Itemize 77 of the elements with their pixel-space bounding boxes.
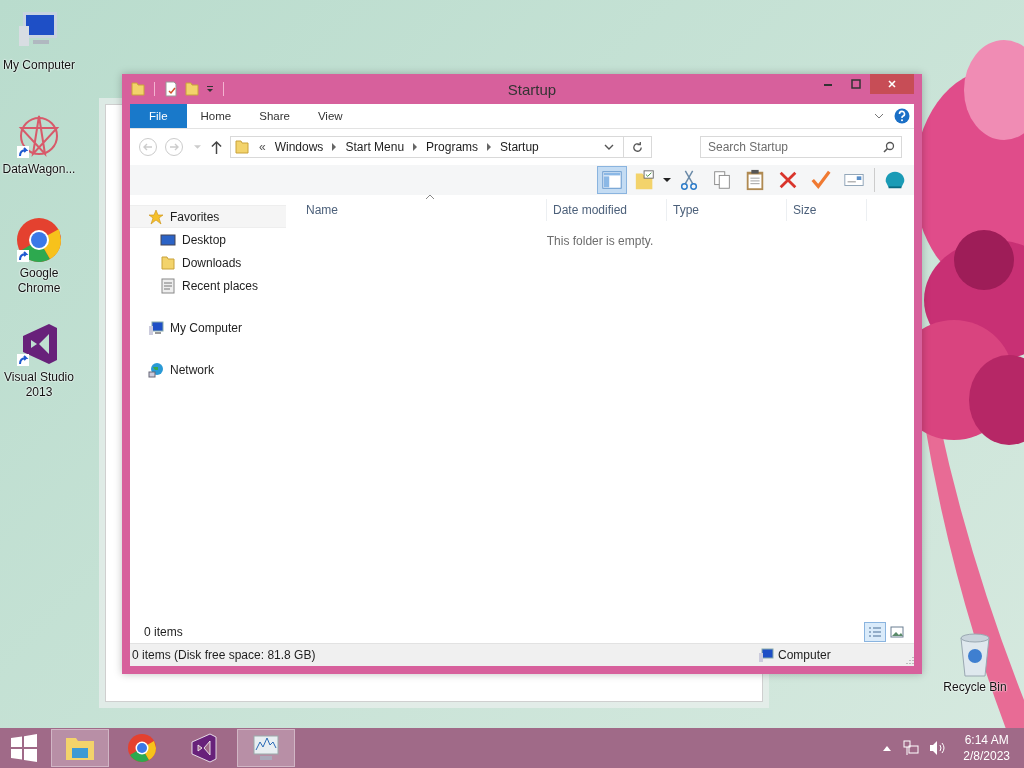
overflow-chevron[interactable]: « (259, 140, 266, 154)
close-button[interactable] (870, 74, 914, 94)
up-arrow-icon[interactable] (211, 139, 222, 155)
pane-layout-button[interactable] (597, 166, 627, 194)
desktop-icon-label[interactable]: My Computer (0, 58, 78, 73)
separator-arrow-icon[interactable] (487, 143, 492, 151)
column-header[interactable]: Type (667, 199, 787, 221)
breadcrumb-item[interactable]: Start Menu (345, 140, 405, 154)
pane-layout-icon (601, 169, 623, 191)
cross-icon (777, 169, 799, 191)
windows-logo-icon[interactable] (10, 734, 38, 762)
item-count: 0 items (144, 625, 183, 639)
visual-studio-icon (188, 732, 220, 764)
refresh-icon (631, 140, 644, 154)
nav-item[interactable]: Desktop (130, 228, 286, 251)
checkmark-icon (810, 169, 832, 191)
nav-item[interactable]: Favorites (130, 205, 286, 228)
column-header[interactable]: Name (286, 199, 547, 221)
network-icon (148, 361, 164, 378)
desktop-icon (160, 231, 176, 248)
desktop-icon-label[interactable]: Recycle Bin (936, 680, 1014, 695)
list-icon (868, 626, 882, 638)
search-icon[interactable] (883, 141, 895, 153)
resource-monitor-taskbar-button[interactable] (237, 729, 295, 767)
nav-item[interactable]: Network (130, 358, 286, 381)
speaker-icon[interactable] (929, 740, 946, 756)
ribbon-tab[interactable]: View (303, 104, 357, 128)
nav-item[interactable]: Downloads (130, 251, 286, 274)
breadcrumb-item[interactable]: Windows (274, 140, 324, 154)
recent-places-icon (160, 277, 176, 294)
desktop-icon-label[interactable]: Visual Studio 2013 (0, 370, 78, 400)
maximize-icon (851, 79, 861, 89)
resize-grip-icon[interactable] (904, 654, 914, 664)
shell-icon (884, 169, 906, 191)
computer-icon (758, 647, 774, 663)
computer-icon (148, 319, 164, 336)
column-header[interactable]: Date modified (547, 199, 667, 221)
breadcrumb-item[interactable]: Programs (426, 140, 479, 154)
nav-item[interactable]: My Computer (130, 316, 286, 339)
window-title: Startup (507, 80, 557, 98)
chrome-icon (126, 732, 158, 764)
show-hidden-icons-icon[interactable] (883, 745, 892, 751)
copy-icon (711, 169, 733, 191)
column-header[interactable]: Size (787, 199, 867, 221)
clock-date[interactable]: 2/8/2023 (963, 748, 1010, 764)
nav-item[interactable]: Recent places (130, 274, 286, 297)
new-folder-icon[interactable] (184, 81, 200, 97)
desktop-icon-label[interactable]: Google Chrome (0, 266, 78, 296)
network-icon[interactable] (903, 740, 920, 756)
star-icon (148, 208, 164, 225)
folder-icon (234, 139, 250, 155)
image-icon (890, 626, 904, 638)
breadcrumb-item[interactable]: Startup (500, 140, 539, 154)
close-icon (887, 79, 897, 89)
folder-check-icon (634, 169, 656, 191)
scissors-icon (678, 169, 700, 191)
folder-icon[interactable] (130, 81, 146, 97)
separator-arrow-icon[interactable] (332, 143, 337, 151)
status-text: 0 items (Disk free space: 81.8 GB) (132, 648, 316, 662)
separator-arrow-icon[interactable] (413, 143, 418, 151)
dropdown-icon[interactable] (604, 144, 614, 150)
properties-icon[interactable] (163, 81, 179, 97)
status-location: Computer (778, 648, 832, 662)
ribbon-tab[interactable]: Share (245, 104, 304, 128)
file-explorer-taskbar-button[interactable] (51, 729, 109, 767)
clipboard-icon (744, 169, 766, 191)
dropdown-icon[interactable] (663, 178, 671, 182)
search-field[interactable]: Search Startup (700, 136, 902, 158)
chevron-icon[interactable] (874, 111, 884, 121)
empty-folder-message: This folder is empty. (545, 234, 655, 248)
chrome-icon[interactable] (15, 216, 63, 264)
clock-time[interactable]: 6:14 AM (964, 732, 1009, 748)
folder-icon (160, 254, 176, 271)
help-icon[interactable] (894, 108, 910, 124)
desktop-icon-label[interactable]: DataWagon... (0, 162, 78, 177)
ribbon-tab[interactable]: Home (186, 104, 246, 128)
address-bar[interactable]: « Windows Start Menu Programs Startup (230, 136, 652, 158)
